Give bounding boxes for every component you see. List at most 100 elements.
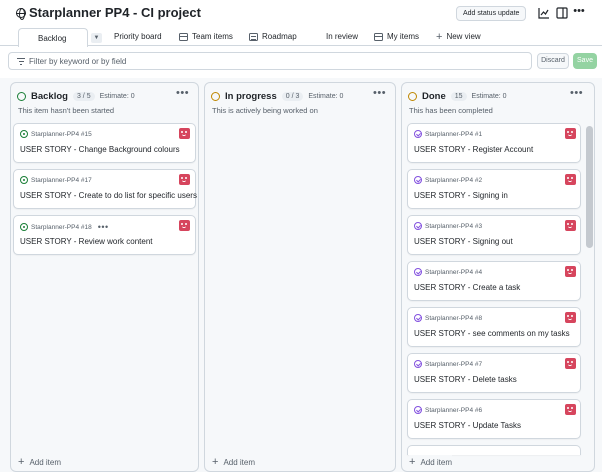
tab-in-review[interactable]: In review	[313, 28, 358, 119]
issue-card[interactable]: Starplanner-PP4 #2 USER STORY - Signing …	[407, 169, 581, 209]
card-title[interactable]: USER STORY - see comments on my tasks	[414, 329, 570, 338]
card-menu-icon[interactable]: •••	[98, 222, 109, 232]
closed-issue-icon	[414, 406, 422, 414]
card-reference: Starplanner-PP4 #15	[20, 130, 92, 138]
status-dot-icon	[17, 91, 26, 101]
card-reference: Starplanner-PP4 #2	[414, 176, 482, 184]
issue-number[interactable]: Starplanner-PP4 #6	[425, 407, 482, 414]
avatar[interactable]	[565, 266, 576, 277]
column-estimate: Estimate: 0	[308, 92, 344, 100]
column-menu-icon[interactable]: •••	[373, 87, 386, 99]
issue-number[interactable]: Starplanner-PP4 #15	[31, 131, 92, 138]
avatar[interactable]	[179, 128, 190, 139]
open-issue-icon	[20, 223, 28, 231]
avatar[interactable]	[179, 220, 190, 231]
add-item-label: Add item	[223, 457, 256, 467]
insights-icon[interactable]	[537, 6, 551, 20]
column-estimate: Estimate: 0	[471, 92, 507, 100]
card-title[interactable]: USER STORY - Delete tasks	[414, 375, 517, 384]
discard-button[interactable]: Discard	[537, 53, 569, 69]
issue-card[interactable]: Starplanner-PP4 #15 USER STORY - Change …	[13, 123, 196, 163]
issue-card[interactable]: Starplanner-PP4 #1 USER STORY - Register…	[407, 123, 581, 163]
plus-icon: +	[18, 456, 25, 468]
column-done: Done 15 Estimate: 0 ••• This has been co…	[401, 82, 595, 472]
table-icon	[374, 32, 383, 41]
card-title[interactable]: USER STORY - Review work content	[20, 237, 153, 246]
column-scrollbar[interactable]	[586, 126, 593, 248]
issue-card[interactable]: Starplanner-PP4 #7 USER STORY - Delete t…	[407, 353, 581, 393]
avatar[interactable]	[565, 404, 576, 415]
issue-card[interactable]: Starplanner-PP4 #6 USER STORY - Update T…	[407, 399, 581, 439]
add-item-button[interactable]: + Add item	[212, 456, 256, 468]
issue-card[interactable]: Starplanner-PP4 #4 USER STORY - Create a…	[407, 261, 581, 301]
avatar[interactable]	[565, 128, 576, 139]
closed-issue-icon	[414, 268, 422, 276]
tab-priority-board[interactable]: Priority board	[101, 28, 162, 119]
issue-number[interactable]: Starplanner-PP4 #2	[425, 177, 482, 184]
side-panel-icon[interactable]	[555, 6, 569, 20]
avatar[interactable]	[565, 174, 576, 185]
open-issue-icon	[20, 176, 28, 184]
card-reference: Starplanner-PP4 #18 •••	[20, 222, 109, 232]
column-menu-icon[interactable]: •••	[570, 87, 583, 99]
card-title[interactable]: USER STORY - Register Account	[414, 145, 533, 154]
issue-number[interactable]: Starplanner-PP4 #3	[425, 223, 482, 230]
issue-number[interactable]: Starplanner-PP4 #7	[425, 361, 482, 368]
new-view-button[interactable]: + New view	[436, 28, 481, 45]
tab-team-items[interactable]: Team items	[179, 28, 233, 45]
tab-label: Backlog	[38, 33, 67, 43]
column-in-progress: In progress 0 / 3 Estimate: 0 ••• This i…	[204, 82, 396, 472]
page-title[interactable]: Starplanner PP4 - CI project	[29, 5, 201, 20]
column-title: Done	[422, 90, 446, 102]
filter-input[interactable]	[29, 55, 519, 67]
issue-number[interactable]: Starplanner-PP4 #4	[425, 269, 482, 276]
avatar[interactable]	[179, 174, 190, 185]
issue-card[interactable]: Starplanner-PP4 #8 USER STORY - see comm…	[407, 307, 581, 347]
issue-card[interactable]: Starplanner-PP4 #18 ••• USER STORY - Rev…	[13, 215, 196, 255]
card-reference: Starplanner-PP4 #6	[414, 406, 482, 414]
tab-roadmap[interactable]: Roadmap	[249, 28, 297, 45]
column-header: Backlog 3 / 5 Estimate: 0	[17, 89, 135, 103]
filter-bar[interactable]	[8, 52, 532, 70]
avatar[interactable]	[565, 220, 576, 231]
add-item-button[interactable]: + Add item	[409, 455, 453, 468]
tab-label: My items	[387, 32, 419, 41]
tab-label: New view	[446, 32, 481, 41]
plus-icon: +	[409, 456, 416, 468]
globe-icon	[16, 8, 26, 20]
avatar[interactable]	[565, 312, 576, 323]
add-status-update-button[interactable]: Add status update	[456, 6, 527, 21]
avatar[interactable]	[565, 358, 576, 369]
card-title[interactable]: USER STORY - Change Background colours	[20, 145, 180, 154]
save-button[interactable]: Save	[573, 53, 597, 69]
card-reference: Starplanner-PP4 #17	[20, 176, 92, 184]
issue-card[interactable]: Starplanner-PP4 #17 USER STORY - Create …	[13, 169, 197, 209]
closed-issue-icon	[414, 222, 422, 230]
column-count-badge: 0 / 3	[281, 91, 304, 101]
add-item-label: Add item	[420, 457, 453, 467]
column-description: This has been completed	[409, 106, 493, 115]
issue-card[interactable]: Starplanner-PP4 #3 USER STORY - Signing …	[407, 215, 581, 255]
issue-number[interactable]: Starplanner-PP4 #1	[425, 131, 482, 138]
tab-my-items[interactable]: My items	[374, 28, 419, 45]
column-count-badge: 3 / 5	[72, 91, 95, 101]
roadmap-icon	[249, 32, 258, 41]
card-title[interactable]: USER STORY - Update Tasks	[414, 421, 521, 430]
add-item-button[interactable]: + Add item	[18, 456, 61, 468]
issue-number[interactable]: Starplanner-PP4 #17	[31, 177, 92, 184]
card-title[interactable]: USER STORY - Signing in	[414, 191, 508, 200]
closed-issue-icon	[414, 176, 422, 184]
tab-backlog[interactable]: Backlog ▼	[18, 28, 102, 120]
plus-icon: +	[212, 456, 219, 468]
issue-card-partial[interactable]	[407, 445, 581, 455]
column-count-badge: 15	[450, 91, 467, 101]
tab-label: Roadmap	[262, 32, 297, 41]
more-options-icon[interactable]: •••	[572, 6, 586, 20]
issue-number[interactable]: Starplanner-PP4 #8	[425, 315, 482, 322]
issue-number[interactable]: Starplanner-PP4 #18	[31, 224, 92, 231]
card-title[interactable]: USER STORY - Signing out	[414, 237, 513, 246]
plus-icon: +	[436, 30, 443, 43]
card-title[interactable]: USER STORY - Create a task	[414, 283, 520, 292]
card-title[interactable]: USER STORY - Create to do list for speci…	[20, 191, 197, 200]
column-menu-icon[interactable]: •••	[176, 87, 189, 99]
